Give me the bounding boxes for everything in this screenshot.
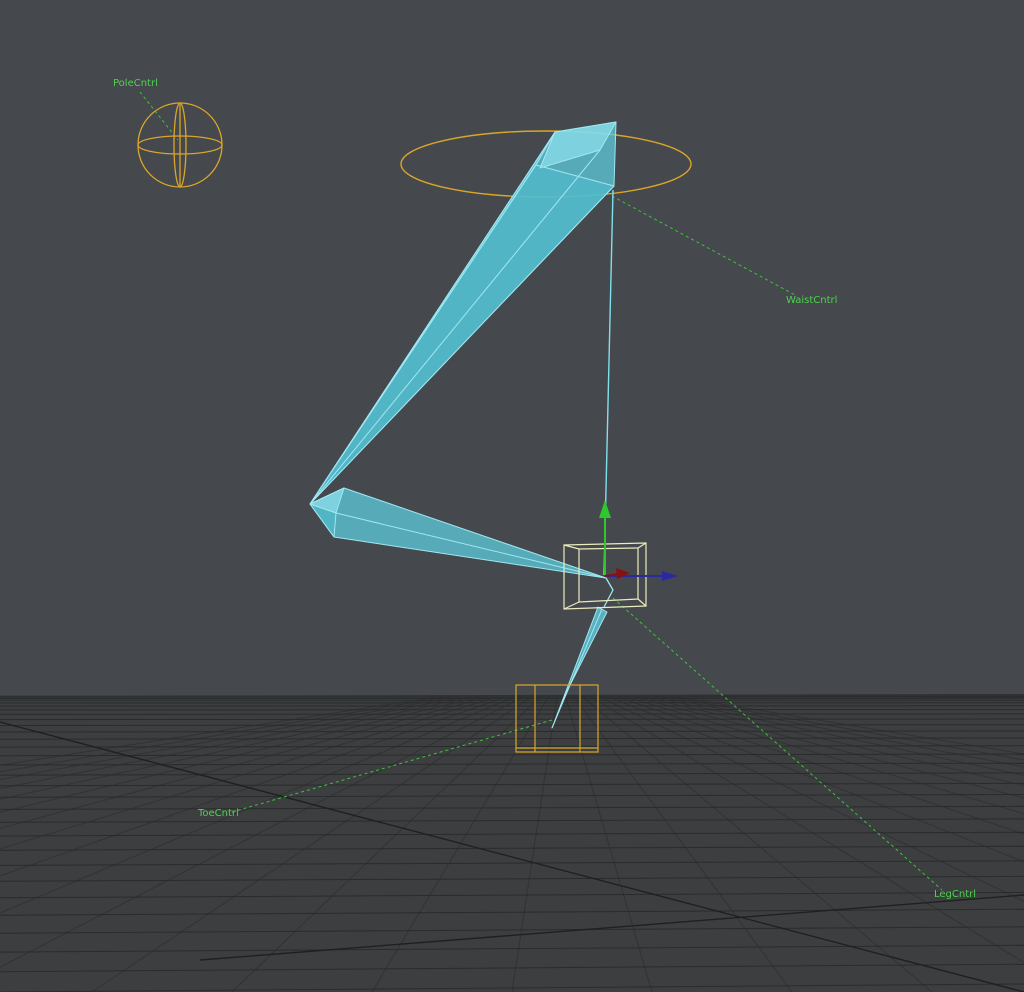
pole-control[interactable] (137, 102, 223, 188)
toe-control-label: ToeCntrl (197, 808, 239, 819)
waist-control-label: WaistCntrl (786, 295, 837, 306)
pole-control-label: PoleCntrl (113, 78, 158, 89)
lower-leg-bone[interactable] (309, 487, 607, 579)
sphere-icon (137, 102, 223, 188)
ground-grid (0, 694, 1024, 992)
leg-control-label: LegCntrl (934, 889, 976, 900)
3d-viewport[interactable]: PoleCntrl WaistCntrl LegCntrl ToeCntrl (0, 0, 1024, 992)
upper-leg-bone[interactable] (309, 121, 617, 505)
